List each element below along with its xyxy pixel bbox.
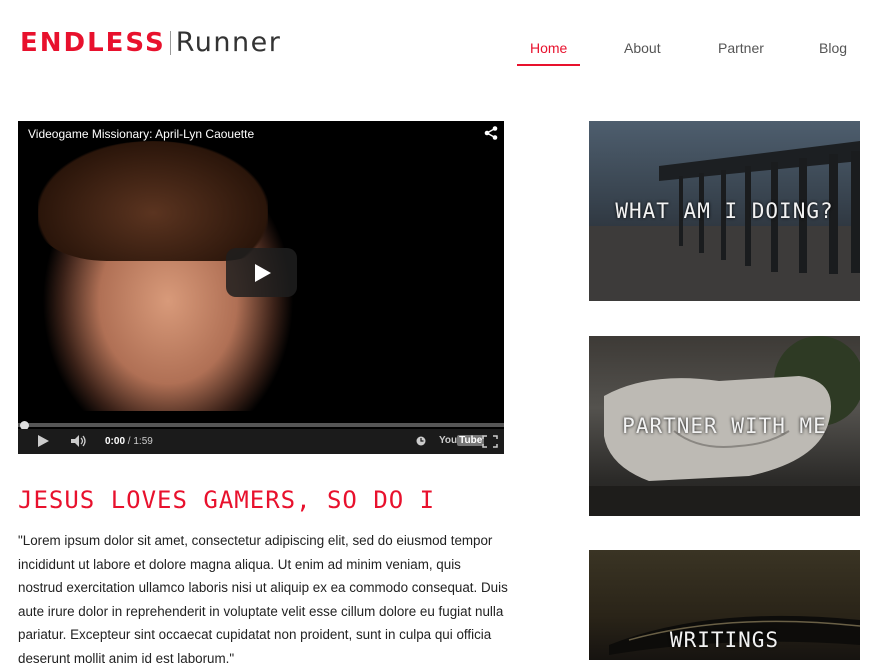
volume-icon[interactable] [71,435,87,447]
card-writings[interactable]: WRITINGS [589,550,860,660]
progress-bar[interactable] [18,423,504,427]
video-player[interactable]: Videogame Missionary: April-Lyn Caouette… [18,121,504,454]
play-button[interactable] [226,248,297,297]
main-nav: Home About Partner Blog [0,40,880,70]
video-controls: 0:00 / 1:59 You Tube [18,429,504,454]
card-label-what-am-i-doing: WHAT AM I DOING? [615,199,834,223]
card-label-writings: WRITINGS [669,628,780,652]
video-title[interactable]: Videogame Missionary: April-Lyn Caouette [28,127,254,141]
fullscreen-icon[interactable] [482,435,498,448]
article-body: "Lorem ipsum dolor sit amet, consectetur… [18,533,508,666]
card-what-am-i-doing[interactable]: WHAT AM I DOING? [589,121,860,301]
play-small-icon[interactable] [37,435,49,447]
duration: / 1:59 [127,436,153,447]
youtube-logo[interactable]: You Tube [439,435,485,446]
nav-about[interactable]: About [624,40,661,56]
article-heading: JESUS LOVES GAMERS, SO DO I [18,486,436,514]
play-icon [254,263,271,282]
nav-home[interactable]: Home [530,40,567,56]
nav-active-indicator [517,64,580,66]
share-icon[interactable] [484,126,498,140]
card-label-partner-with-me: PARTNER WITH ME [622,414,827,438]
nav-partner[interactable]: Partner [718,40,764,56]
current-time: 0:00 [105,436,126,447]
thumbnail-hair [38,141,268,261]
youtube-you: You [439,435,458,446]
nav-blog[interactable]: Blog [819,40,847,56]
time-display: 0:00 / 1:59 [105,436,153,447]
watch-later-icon[interactable] [416,436,426,446]
youtube-tube: Tube [457,435,485,446]
card-partner-with-me[interactable]: PARTNER WITH ME [589,336,860,516]
